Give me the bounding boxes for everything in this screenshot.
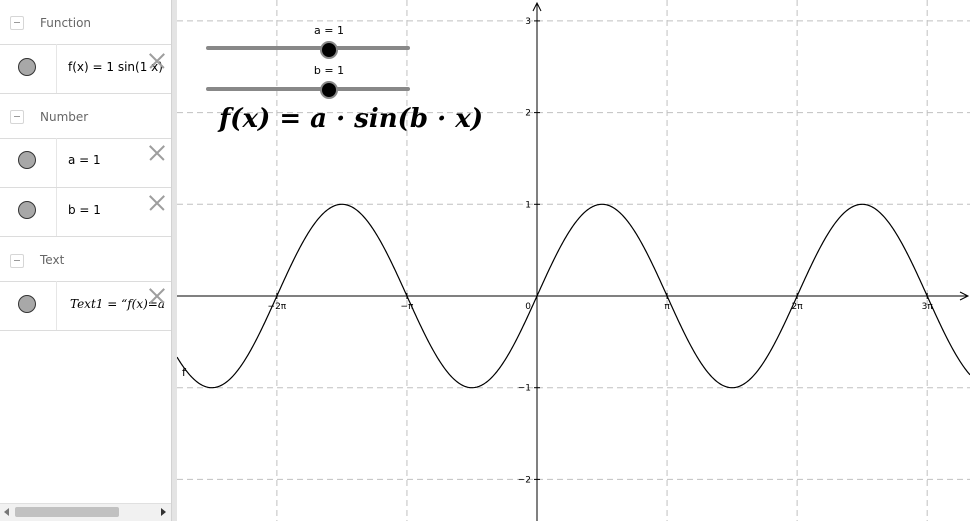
collapse-icon[interactable] <box>10 254 24 268</box>
collapse-icon[interactable] <box>10 16 24 30</box>
marble-cell <box>0 44 57 93</box>
visibility-marble-icon[interactable] <box>18 201 36 219</box>
slider-b-label: b = 1 <box>313 64 345 77</box>
coordinate-plane[interactable]: −2π −π 0 π 2π 3π321−1−2 <box>177 0 970 521</box>
scrollbar-thumb[interactable] <box>15 507 119 517</box>
group-header-number[interactable]: Number <box>0 94 171 139</box>
curve-label-f: f <box>182 366 186 379</box>
algebra-item-b[interactable]: b = 1 <box>0 188 171 237</box>
visibility-marble-icon[interactable] <box>18 151 36 169</box>
visibility-marble-icon[interactable] <box>18 295 36 313</box>
graphics-view[interactable]: −2π −π 0 π 2π 3π 3 2 1 −1 −2 a = 1 b = 1 f(x) = a … <box>177 0 970 521</box>
group-label: Function <box>40 16 92 30</box>
marble-cell <box>0 138 57 187</box>
slider-b-track[interactable] <box>206 87 410 91</box>
group-header-function[interactable]: Function <box>0 0 171 45</box>
item-definition[interactable]: a = 1 <box>68 153 101 167</box>
slider-a-track[interactable] <box>206 46 410 50</box>
collapse-icon[interactable] <box>10 110 24 124</box>
delete-icon[interactable] <box>149 53 165 69</box>
delete-icon[interactable] <box>149 145 165 161</box>
y-tick-label: 1 <box>525 200 531 210</box>
group-label: Text <box>40 253 65 267</box>
y-tick-label: −2 <box>518 475 531 485</box>
visibility-marble-icon[interactable] <box>18 58 36 76</box>
slider-b-knob[interactable] <box>320 81 338 99</box>
marble-cell <box>0 281 57 330</box>
x-tick-label: π <box>664 302 670 312</box>
marble-cell <box>0 188 57 236</box>
algebra-item-f[interactable]: f(x) = 1 sin(1 x) <box>0 44 171 94</box>
y-tick-label: 3 <box>525 17 531 27</box>
delete-icon[interactable] <box>149 195 165 211</box>
y-tick-label: −1 <box>518 384 531 394</box>
group-label: Number <box>40 110 89 124</box>
scroll-right-icon[interactable] <box>161 508 166 516</box>
slider-a-knob[interactable] <box>320 41 338 59</box>
delete-icon[interactable] <box>149 288 165 304</box>
algebra-item-a[interactable]: a = 1 <box>0 138 171 188</box>
algebra-view: Function f(x) = 1 sin(1 x) Number a = 1 … <box>0 0 171 521</box>
algebra-item-text1[interactable]: Text1 = “f(x)=a <box>0 281 171 331</box>
y-tick-label: 2 <box>525 109 531 119</box>
slider-a-label: a = 1 <box>314 24 344 37</box>
group-header-text[interactable]: Text <box>0 237 171 282</box>
scroll-left-icon[interactable] <box>4 508 9 516</box>
horizontal-scrollbar[interactable] <box>0 503 171 521</box>
formula-text[interactable]: f(x) = a · sin(b · x) <box>219 104 483 134</box>
item-definition[interactable]: b = 1 <box>68 203 101 217</box>
